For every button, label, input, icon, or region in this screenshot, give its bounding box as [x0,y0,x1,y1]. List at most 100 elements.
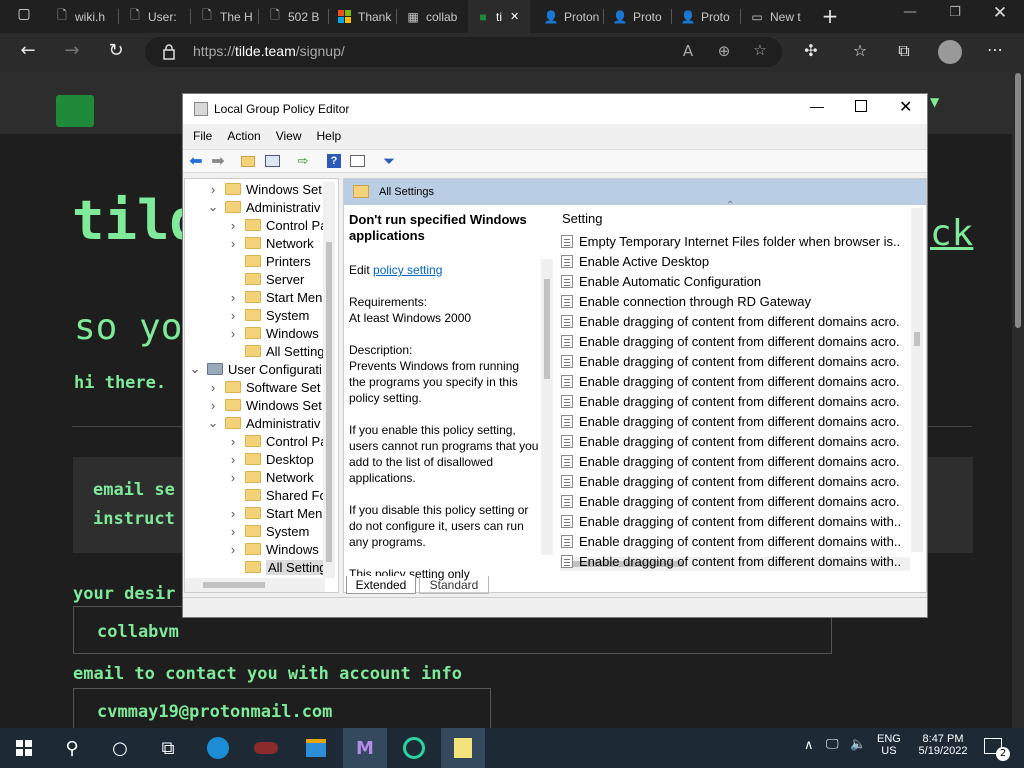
tree-node[interactable]: › Start Men [227,288,323,306]
close-tab-icon[interactable]: ✕ [510,10,519,23]
page-scrollbar-thumb[interactable] [1015,73,1021,328]
volume-icon[interactable]: 🔈 [850,737,866,752]
expand-chevron-icon[interactable]: › [207,380,219,395]
tree-node[interactable]: › Windows Set [207,180,322,198]
forward-arrow-icon[interactable]: ➡ [208,152,228,170]
back-arrow-icon[interactable]: ⬅ [186,152,206,170]
gpe-close-icon[interactable]: ✕ [899,97,912,117]
tree-node[interactable]: ⌄ User Configurati [189,360,322,378]
setting-row[interactable]: Enable dragging of content from differen… [561,331,901,351]
browser-tab[interactable]: 🗋 User: [120,0,186,33]
setting-row[interactable]: Enable dragging of content from differen… [561,511,901,531]
tree-scrollbar[interactable] [323,182,335,578]
browser-tab[interactable]: ■ ti ✕ [468,0,530,33]
show-hide-tree-icon[interactable] [262,152,282,170]
setting-row[interactable]: Enable dragging of content from differen… [561,351,901,371]
menu-action[interactable]: Action [227,129,260,143]
tree-node[interactable]: ⌄ Administrativ [207,414,321,432]
tilde-logo[interactable] [56,95,94,127]
tree-node[interactable]: All Setting [227,342,325,360]
zoom-icon[interactable]: ⊕ [712,42,736,60]
tree-node[interactable]: Shared Fo [227,486,327,504]
help-icon[interactable]: ? [324,152,344,170]
cortana-icon[interactable]: ○ [98,728,142,768]
description-scrollbar[interactable] [541,259,553,555]
browser-tab[interactable]: 🗋 The H [192,0,258,33]
expand-chevron-icon[interactable]: › [227,326,239,341]
tree-node[interactable]: › Desktop [227,450,314,468]
tree-node[interactable]: › Windows [227,324,319,342]
expand-chevron-icon[interactable]: › [227,236,239,251]
tree-node[interactable]: › Network [227,468,314,486]
tree-node[interactable]: › Control Pa [227,432,328,450]
restore-icon[interactable]: ❐ [943,5,967,20]
tree-node[interactable]: › Windows Set [207,396,322,414]
tree-node[interactable]: All Setting [227,558,329,576]
extensions-icon[interactable]: ✣ [799,41,823,60]
visual-studio-icon[interactable]: M [343,728,387,768]
menu-dropdown-icon[interactable]: ▼ [930,95,939,109]
page-scrollbar[interactable] [1012,71,1024,728]
expand-chevron-icon[interactable]: › [227,506,239,521]
browser-tab[interactable]: 👤 Proto [673,0,739,33]
gpe-minimize-icon[interactable]: — [810,98,824,114]
setting-row[interactable]: Enable dragging of content from differen… [561,471,901,491]
tab-extended[interactable]: Extended [346,576,416,594]
more-menu-icon[interactable]: ⋯ [983,40,1007,59]
back-icon[interactable]: ← [16,40,40,61]
collapse-chevron-icon[interactable]: ⌄ [189,361,201,377]
tree-node[interactable]: Printers [227,252,311,270]
tree-hscrollbar-thumb[interactable] [203,582,265,588]
tree-node[interactable]: › Network [227,234,314,252]
browser-tab[interactable]: 🗋 502 B [260,0,326,33]
browser-tab[interactable]: ▭ New t [742,0,808,33]
settings-scrollbar[interactable] [911,208,923,552]
setting-row[interactable]: Enable dragging of content from differen… [561,451,901,471]
search-icon[interactable]: ⚲ [50,728,94,768]
expand-chevron-icon[interactable]: › [227,452,239,467]
expand-chevron-icon[interactable]: › [227,290,239,305]
tab-actions-icon[interactable]: ▢ [12,6,36,22]
setting-row[interactable]: Enable dragging of content from differen… [561,551,901,571]
filter-icon[interactable]: ⏷ [379,152,399,170]
tree-hscrollbar[interactable] [185,578,325,592]
setting-row[interactable]: Enable dragging of content from differen… [561,391,901,411]
collapse-chevron-icon[interactable]: ⌄ [207,415,219,431]
collapse-chevron-icon[interactable]: ⌄ [207,199,219,215]
gpe-maximize-icon[interactable] [855,100,867,112]
setting-row[interactable]: Enable dragging of content from differen… [561,531,901,551]
edit-policy-link[interactable]: policy setting [373,263,442,277]
edge-icon[interactable] [196,728,240,768]
export-list-icon[interactable]: ⇨ [293,152,313,170]
collections-icon[interactable]: ⧉ [892,41,916,61]
notepad-icon[interactable] [441,728,485,768]
refresh-icon[interactable]: ↻ [104,40,128,61]
tree-node[interactable]: › Windows [227,540,319,558]
car-app-icon[interactable] [244,728,288,768]
minimize-icon[interactable]: — [898,4,922,20]
favorites-icon[interactable]: ☆ [848,41,872,60]
clock[interactable]: 8:47 PM 5/19/2022 [912,733,974,757]
up-folder-icon[interactable] [238,152,258,170]
menu-view[interactable]: View [276,129,302,143]
expand-chevron-icon[interactable]: › [227,308,239,323]
tree-node[interactable]: › System [227,522,310,540]
browser-tab[interactable]: 👤 Proto [605,0,671,33]
expand-chevron-icon[interactable]: › [207,182,219,197]
forward-icon[interactable]: → [60,40,84,61]
store-icon[interactable] [294,728,338,768]
start-icon[interactable] [2,728,46,768]
description-scrollbar-thumb[interactable] [544,279,550,379]
browser-tab[interactable]: Thank [330,0,396,33]
setting-row[interactable]: Enable Automatic Configuration [561,271,901,291]
back-link[interactable]: ck [930,213,973,254]
expand-chevron-icon[interactable]: › [227,434,239,449]
tree-node[interactable]: › Start Men [227,504,323,522]
new-tab-plus-icon[interactable]: + [818,4,842,28]
tree-scrollbar-thumb[interactable] [326,242,332,562]
network-icon[interactable]: 🖵 [826,737,839,752]
setting-row[interactable]: Enable dragging of content from differen… [561,491,901,511]
add-favorite-icon[interactable]: ☆ [748,41,772,59]
browser-tab[interactable]: ▦ collab [398,0,464,33]
setting-row[interactable]: Enable dragging of content from differen… [561,431,901,451]
